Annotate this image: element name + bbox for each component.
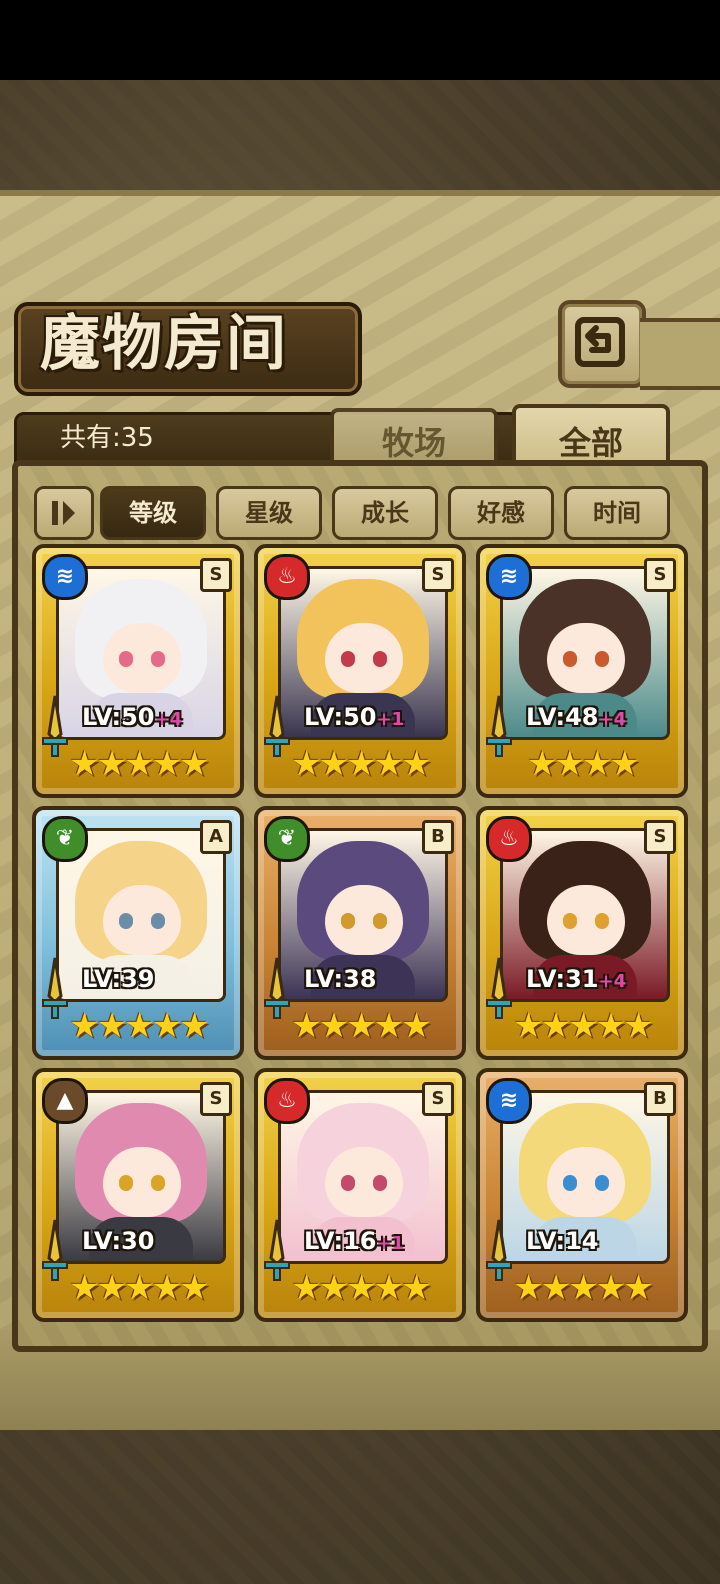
level-value: LV:38 <box>304 965 377 993</box>
portrait-eye <box>563 1175 577 1191</box>
level-bonus: +4 <box>154 709 183 730</box>
level-bonus: +4 <box>598 971 627 992</box>
monster-card[interactable]: ❦ B LV:38 ★★★★★ <box>254 806 466 1060</box>
portrait-eye <box>119 913 133 929</box>
back-button[interactable] <box>558 300 646 388</box>
water-element-icon: ≋ <box>486 554 532 600</box>
level-value: LV:48 <box>526 703 599 731</box>
level-value: LV:50 <box>82 703 155 731</box>
rank-badge: S <box>422 558 454 592</box>
wind-element-icon: ❦ <box>42 816 88 862</box>
fire-element-icon: ♨ <box>264 554 310 600</box>
star-rating: ★★★★★ <box>69 1006 209 1046</box>
monster-card[interactable]: ♨ S LV:16+1 ★★★★★ <box>254 1068 466 1322</box>
fire-element-icon: ♨ <box>264 1078 310 1124</box>
rank-badge: S <box>200 1082 232 1116</box>
back-arrow-icon <box>575 317 625 367</box>
monster-card[interactable]: ≋ S LV:48+4 ★★★★ <box>476 544 688 798</box>
star-rating: ★★★★★ <box>291 1268 431 1308</box>
page-title: 魔物房间 <box>40 309 288 379</box>
star-rating: ★★★★★ <box>513 1268 653 1308</box>
level-bonus: +1 <box>376 709 405 730</box>
sort-time-button[interactable]: 时间 <box>564 486 670 540</box>
portrait-face <box>103 623 181 693</box>
sort-toggle-icon <box>52 501 75 525</box>
water-element-icon: ≋ <box>42 554 88 600</box>
monster-card[interactable]: ♨ S LV:50+1 ★★★★★ <box>254 544 466 798</box>
status-bar <box>0 0 720 80</box>
sort-affection-button[interactable]: 好感 <box>448 486 554 540</box>
wind-element-icon: ❦ <box>264 816 310 862</box>
level-value: LV:50 <box>304 703 377 731</box>
rank-badge: B <box>422 820 454 854</box>
portrait-eye <box>341 913 355 929</box>
monster-level: LV:50+1 <box>304 702 404 732</box>
star-rating: ★★★★ <box>527 744 640 784</box>
monster-level: LV:31+4 <box>526 964 626 994</box>
monster-card[interactable]: ♨ S LV:31+4 ★★★★★ <box>476 806 688 1060</box>
portrait-eye <box>595 1175 609 1191</box>
level-value: LV:31 <box>526 965 599 993</box>
back-rail <box>640 318 720 390</box>
star-rating: ★★★★★ <box>69 744 209 784</box>
level-value: LV:39 <box>82 965 155 993</box>
portrait-face <box>547 623 625 693</box>
sort-level-button[interactable]: 等级 <box>100 486 206 540</box>
monster-card[interactable]: ≋ S LV:50+4 ★★★★★ <box>32 544 244 798</box>
star-rating: ★★★★★ <box>69 1268 209 1308</box>
star-rating: ★★★★★ <box>513 1006 653 1046</box>
star-rating: ★★★★★ <box>291 744 431 784</box>
level-value: LV:14 <box>526 1227 599 1255</box>
star-rating: ★★★★★ <box>291 1006 431 1046</box>
portrait-eye <box>119 651 133 667</box>
monster-level: LV:30 <box>82 1226 154 1256</box>
monster-count: 共有:35 <box>60 423 154 453</box>
portrait-eye <box>595 913 609 929</box>
portrait-eye <box>563 651 577 667</box>
portrait-eye <box>119 1175 133 1191</box>
fire-element-icon: ♨ <box>486 816 532 862</box>
monster-level: LV:48+4 <box>526 702 626 732</box>
portrait-face <box>325 1147 403 1217</box>
portrait-face <box>103 1147 181 1217</box>
rank-badge: S <box>200 558 232 592</box>
sort-growth-button[interactable]: 成长 <box>332 486 438 540</box>
monster-level: LV:16+1 <box>304 1226 404 1256</box>
rank-badge: S <box>422 1082 454 1116</box>
portrait-face <box>103 885 181 955</box>
monster-level: LV:14 <box>526 1226 598 1256</box>
level-value: LV:30 <box>82 1227 155 1255</box>
monster-level: LV:50+4 <box>82 702 182 732</box>
monster-card[interactable]: ▲ S LV:30 ★★★★★ <box>32 1068 244 1322</box>
earth-element-icon: ▲ <box>42 1078 88 1124</box>
portrait-eye <box>341 1175 355 1191</box>
portrait-eye <box>563 913 577 929</box>
portrait-face <box>547 885 625 955</box>
portrait-eye <box>373 1175 387 1191</box>
portrait-eye <box>373 651 387 667</box>
monster-level: LV:39 <box>82 964 154 994</box>
rank-badge: S <box>644 558 676 592</box>
portrait-eye <box>341 651 355 667</box>
portrait-face <box>325 623 403 693</box>
rank-badge: A <box>200 820 232 854</box>
monster-card[interactable]: ❦ A LV:39 ★★★★★ <box>32 806 244 1060</box>
sort-star-button[interactable]: 星级 <box>216 486 322 540</box>
level-bonus: +4 <box>598 709 627 730</box>
level-bonus: +1 <box>376 1233 405 1254</box>
portrait-eye <box>595 651 609 667</box>
portrait-face <box>547 1147 625 1217</box>
water-element-icon: ≋ <box>486 1078 532 1124</box>
rank-badge: S <box>644 820 676 854</box>
monster-card[interactable]: ≋ B LV:14 ★★★★★ <box>476 1068 688 1322</box>
level-value: LV:16 <box>304 1227 377 1255</box>
monster-level: LV:38 <box>304 964 376 994</box>
portrait-eye <box>373 913 387 929</box>
portrait-eye <box>151 913 165 929</box>
rank-badge: B <box>644 1082 676 1116</box>
sort-order-toggle[interactable] <box>34 486 94 540</box>
portrait-face <box>325 885 403 955</box>
portrait-eye <box>151 1175 165 1191</box>
portrait-eye <box>151 651 165 667</box>
